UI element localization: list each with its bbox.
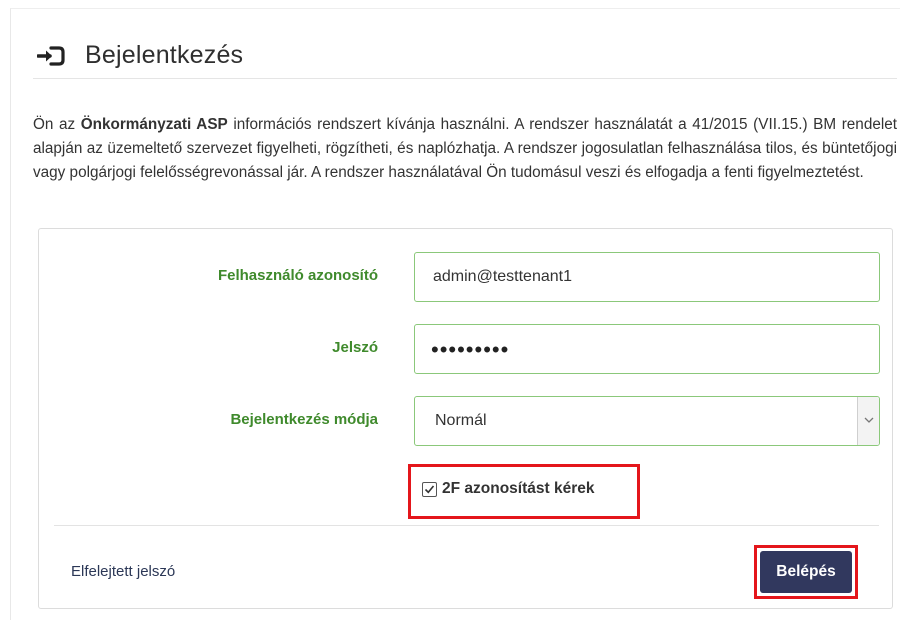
two-factor-option[interactable]: 2F azonosítást kérek [422,480,594,498]
login-mode-row: Bejelentkezés módja Normál [39,396,892,446]
two-factor-checkbox[interactable] [422,481,437,497]
password-row: Jelszó [39,324,892,374]
intro-text: Ön az Önkormányzati ASP információs rend… [33,113,897,185]
login-icon [36,45,65,67]
intro-part1: Ön az [33,116,81,133]
username-input[interactable] [414,252,880,302]
login-button[interactable]: Belépés [760,551,852,593]
login-mode-selected-value: Normál [435,412,487,429]
two-factor-label: 2F azonosítást kérek [442,480,595,497]
form-divider [54,525,879,526]
username-label: Felhasználó azonosító [217,267,378,284]
chevron-down-icon[interactable] [857,397,879,445]
page-header: Bejelentkezés [33,31,897,79]
forgot-password-link[interactable]: Elfelejtett jelszó [71,563,175,580]
login-form-panel: Felhasználó azonosító Jelszó Bejelentkez… [38,228,893,609]
username-row: Felhasználó azonosító [39,252,892,302]
two-factor-highlight-box: 2F azonosítást kérek [408,464,640,519]
login-mode-select[interactable]: Normál [414,396,880,446]
intro-system-name: Önkormányzati ASP [80,116,228,133]
password-input[interactable] [414,324,880,374]
password-label: Jelszó [332,339,378,356]
login-page: Bejelentkezés Ön az Önkormányzati ASP in… [10,8,900,620]
page-title: Bejelentkezés [85,41,244,69]
login-mode-label: Bejelentkezés módja [230,411,378,428]
submit-highlight-box: Belépés [754,545,858,599]
